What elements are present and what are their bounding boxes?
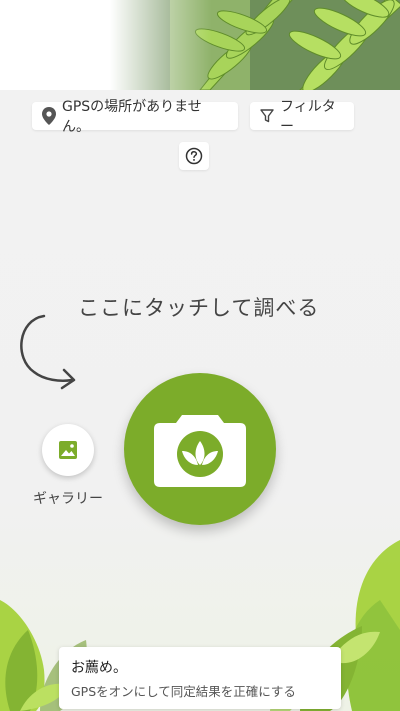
filter-label: フィルター — [280, 99, 336, 135]
header-banner — [0, 0, 400, 90]
image-icon — [59, 441, 77, 459]
filter-button[interactable]: フィルター — [250, 99, 354, 135]
recommendation-text: GPSをオンにして同定結果を正確にする — [71, 684, 296, 699]
gallery-button[interactable] — [42, 424, 94, 476]
touch-hint-text: ここにタッチして調べる — [78, 296, 320, 320]
camera-leaf-icon — [154, 415, 246, 487]
help-button[interactable] — [179, 142, 209, 170]
help-icon — [185, 147, 203, 165]
camera-identify-button[interactable] — [124, 373, 276, 525]
gps-location-status[interactable]: GPSの場所がありません。 — [32, 99, 238, 135]
curved-arrow-icon — [20, 314, 76, 390]
filter-icon — [260, 109, 274, 123]
fern-leaves-image — [110, 0, 400, 90]
recommendation-title: お薦め。 — [71, 660, 127, 676]
gallery-label: ギャラリー — [33, 491, 103, 507]
location-pin-icon — [42, 107, 56, 125]
gps-status-label: GPSの場所がありません。 — [62, 99, 202, 135]
recommendation-banner[interactable]: お薦め。 GPSをオンにして同定結果を正確にする — [59, 647, 341, 709]
